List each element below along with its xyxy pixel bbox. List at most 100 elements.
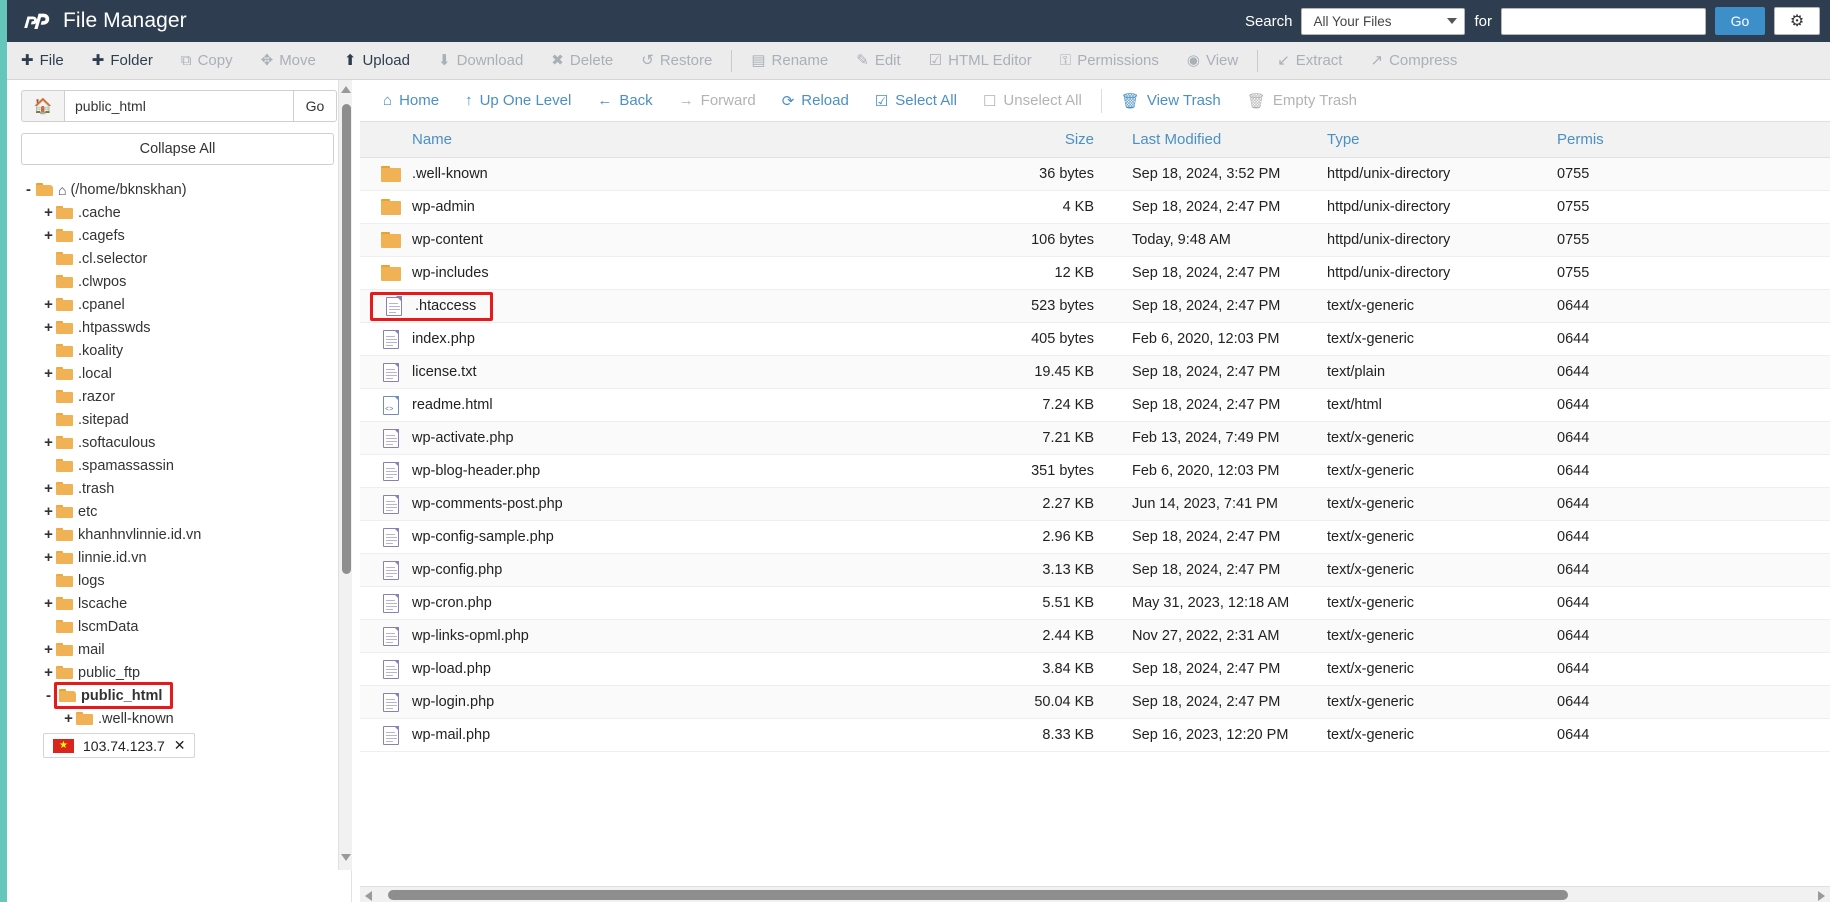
column-header-permissions[interactable]: Permis — [1545, 131, 1685, 148]
table-row[interactable]: wp-comments-post.php2.27 KBJun 14, 2023,… — [360, 488, 1830, 521]
close-icon[interactable]: ✕ — [174, 737, 186, 754]
tree-item--local[interactable]: +.local — [21, 362, 351, 385]
column-header-type[interactable]: Type — [1315, 131, 1545, 148]
column-header-size[interactable]: Size — [960, 131, 1100, 148]
expand-toggle-icon[interactable]: + — [41, 319, 56, 336]
table-row[interactable]: wp-blog-header.php351 bytesFeb 6, 2020, … — [360, 455, 1830, 488]
tree-item--razor[interactable]: +.razor — [21, 385, 351, 408]
tree-item--softaculous[interactable]: +.softaculous — [21, 431, 351, 454]
expand-toggle-icon[interactable]: + — [41, 204, 56, 221]
file-size-cell: 405 bytes — [960, 331, 1100, 347]
column-header-last-modified[interactable]: Last Modified — [1100, 131, 1315, 148]
tree-item-public-ftp[interactable]: +public_ftp — [21, 661, 351, 684]
scroll-up-icon[interactable] — [341, 86, 351, 96]
expand-toggle-icon[interactable]: + — [41, 296, 56, 313]
file-type-cell: text/x-generic — [1315, 496, 1545, 512]
tree-item-public-html[interactable]: -public_html — [21, 684, 351, 707]
file-type-cell: httpd/unix-directory — [1315, 232, 1545, 248]
expand-toggle-icon[interactable]: + — [41, 227, 56, 244]
tree-item--htpasswds[interactable]: +.htpasswds — [21, 316, 351, 339]
expand-toggle-icon[interactable]: + — [41, 365, 56, 382]
tree-item--trash[interactable]: +.trash — [21, 477, 351, 500]
file-permissions-cell: 0644 — [1545, 562, 1685, 578]
expand-toggle-icon[interactable]: + — [41, 526, 56, 543]
tree-item--cache[interactable]: +.cache — [21, 201, 351, 224]
collapse-toggle-icon[interactable]: - — [21, 181, 36, 198]
search-go-button[interactable]: Go — [1715, 7, 1765, 35]
scroll-down-icon[interactable] — [341, 854, 351, 864]
table-row[interactable]: license.txt19.45 KBSep 18, 2024, 2:47 PM… — [360, 356, 1830, 389]
expand-toggle-icon[interactable]: + — [41, 549, 56, 566]
home-icon[interactable]: 🏠 — [21, 90, 65, 122]
nav-home-button[interactable]: ⌂Home — [370, 80, 452, 122]
search-for-label: for — [1474, 13, 1492, 30]
tree-item-linnie-id-vn[interactable]: +linnie.id.vn — [21, 546, 351, 569]
collapse-all-button[interactable]: Collapse All — [21, 133, 334, 165]
scroll-right-icon[interactable] — [1818, 891, 1825, 901]
sidebar-scrollbar[interactable] — [338, 80, 352, 870]
expand-toggle-icon[interactable]: + — [41, 664, 56, 681]
horizontal-scroll-thumb[interactable] — [388, 890, 1568, 900]
nav-up-one-level-button[interactable]: ↑Up One Level — [452, 80, 584, 122]
tree-item--clwpos[interactable]: +.clwpos — [21, 270, 351, 293]
tree-item--sitepad[interactable]: +.sitepad — [21, 408, 351, 431]
expand-toggle-icon[interactable]: + — [41, 503, 56, 520]
nav-item-label: Reload — [801, 92, 849, 109]
expand-toggle-icon[interactable]: + — [61, 710, 76, 727]
table-row[interactable]: wp-cron.php5.51 KBMay 31, 2023, 12:18 AM… — [360, 587, 1830, 620]
file-modified-cell: Sep 18, 2024, 3:52 PM — [1100, 166, 1315, 182]
table-row[interactable]: wp-includes12 KBSep 18, 2024, 2:47 PMhtt… — [360, 257, 1830, 290]
cpanel-logo-icon — [24, 7, 52, 35]
main-horizontal-scrollbar[interactable] — [360, 886, 1830, 902]
table-row[interactable]: .well-known36 bytesSep 18, 2024, 3:52 PM… — [360, 158, 1830, 191]
table-row[interactable]: wp-mail.php8.33 KBSep 16, 2023, 12:20 PM… — [360, 719, 1830, 752]
nav-view-trash-button[interactable]: 🗑View Trash — [1108, 80, 1234, 122]
tree-item--cl-selector[interactable]: +.cl.selector — [21, 247, 351, 270]
tree-item--spamassassin[interactable]: +.spamassassin — [21, 454, 351, 477]
tree-item-lscache[interactable]: +lscache — [21, 592, 351, 615]
path-input[interactable] — [65, 90, 293, 122]
folder-icon — [56, 574, 73, 587]
nav-reload-button[interactable]: ⟳Reload — [769, 80, 862, 122]
tree-item--koality[interactable]: +.koality — [21, 339, 351, 362]
file-type-cell: text/x-generic — [1315, 727, 1545, 743]
expand-toggle-icon[interactable]: + — [41, 480, 56, 497]
tree-item-mail[interactable]: +mail — [21, 638, 351, 661]
search-scope-select[interactable]: All Your Files — [1301, 8, 1465, 35]
tree-item-khanhnvlinnie-id-vn[interactable]: +khanhnvlinnie.id.vn — [21, 523, 351, 546]
expand-toggle-icon[interactable]: + — [41, 595, 56, 612]
ip-address-chip[interactable]: 103.74.123.7✕ — [43, 733, 195, 758]
toolbar-upload-button[interactable]: ⬆Upload — [330, 42, 424, 80]
tree-item-logs[interactable]: +logs — [21, 569, 351, 592]
table-row[interactable]: wp-links-opml.php2.44 KBNov 27, 2022, 2:… — [360, 620, 1830, 653]
table-row[interactable]: wp-admin4 KBSep 18, 2024, 2:47 PMhttpd/u… — [360, 191, 1830, 224]
table-row[interactable]: wp-login.php50.04 KBSep 18, 2024, 2:47 P… — [360, 686, 1830, 719]
table-row[interactable]: .htaccess523 bytesSep 18, 2024, 2:47 PMt… — [360, 290, 1830, 323]
table-row[interactable]: readme.html7.24 KBSep 18, 2024, 2:47 PMt… — [360, 389, 1830, 422]
path-go-button[interactable]: Go — [293, 90, 337, 122]
table-row[interactable]: wp-config.php3.13 KBSep 18, 2024, 2:47 P… — [360, 554, 1830, 587]
sidebar-scroll-thumb[interactable] — [342, 104, 351, 574]
scroll-left-icon[interactable] — [365, 891, 372, 901]
table-row[interactable]: wp-config-sample.php2.96 KBSep 18, 2024,… — [360, 521, 1830, 554]
nav-back-button[interactable]: ←Back — [584, 80, 665, 122]
table-row[interactable]: wp-content106 bytesToday, 9:48 AMhttpd/u… — [360, 224, 1830, 257]
tree-item-lscmdata[interactable]: +lscmData — [21, 615, 351, 638]
toolbar-file-button[interactable]: ✚File — [7, 42, 78, 80]
expand-toggle-icon[interactable]: + — [41, 641, 56, 658]
tree-item--home-bknskhan-[interactable]: -⌂(/home/bknskhan) — [21, 178, 351, 201]
tree-item--cpanel[interactable]: +.cpanel — [21, 293, 351, 316]
table-row[interactable]: index.php405 bytesFeb 6, 2020, 12:03 PMt… — [360, 323, 1830, 356]
nav-select-all-button[interactable]: ☑Select All — [862, 80, 970, 122]
search-input[interactable] — [1501, 8, 1706, 35]
column-header-name[interactable]: Name — [360, 131, 960, 148]
expand-toggle-icon[interactable]: + — [41, 434, 56, 451]
table-row[interactable]: wp-load.php3.84 KBSep 18, 2024, 2:47 PMt… — [360, 653, 1830, 686]
tree-item--cagefs[interactable]: +.cagefs — [21, 224, 351, 247]
file-name-label: .htaccess — [415, 298, 476, 314]
gear-icon[interactable]: ⚙ — [1774, 7, 1820, 35]
tree-item-etc[interactable]: +etc — [21, 500, 351, 523]
tree-item--well-known[interactable]: +.well-known — [21, 707, 351, 730]
table-row[interactable]: wp-activate.php7.21 KBFeb 13, 2024, 7:49… — [360, 422, 1830, 455]
toolbar-folder-button[interactable]: ✚Folder — [78, 42, 167, 80]
